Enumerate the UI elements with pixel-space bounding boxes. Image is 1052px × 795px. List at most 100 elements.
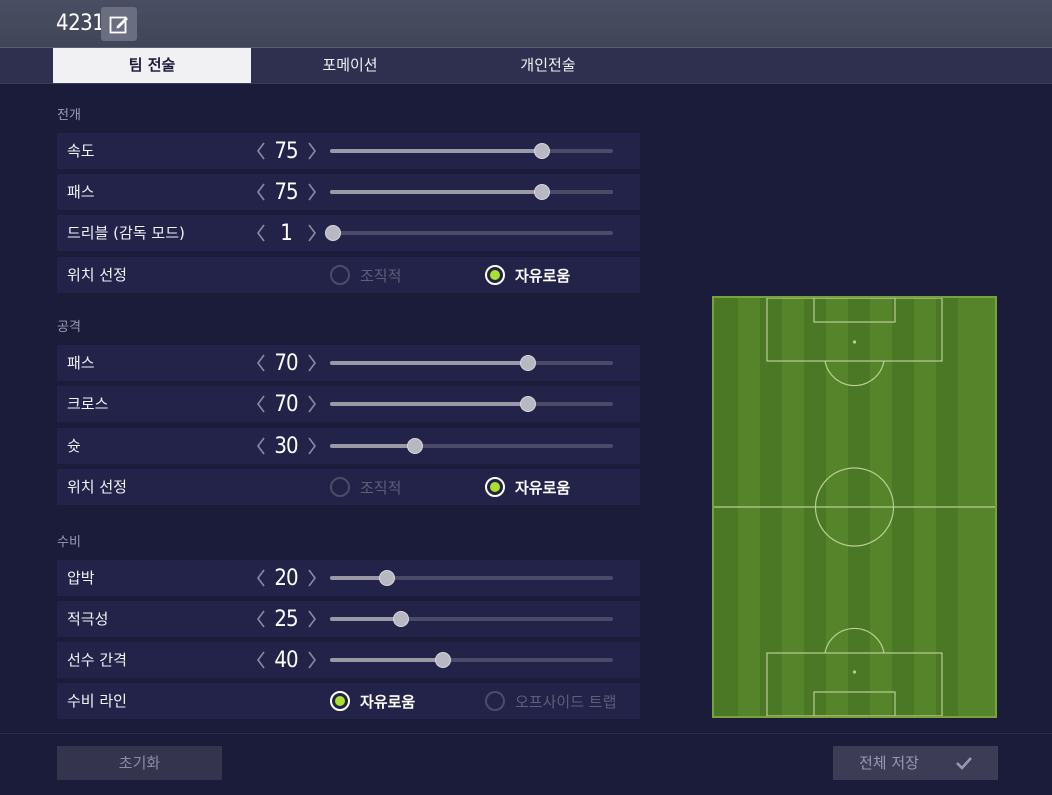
radio-label: 자유로움 bbox=[515, 478, 571, 497]
increase-button[interactable] bbox=[305, 436, 319, 456]
top-bar: 4231 bbox=[0, 0, 1052, 48]
slider-fill bbox=[330, 361, 529, 365]
tactic-row-defence-line: 수비 라인 자유로움 오프사이드 트랩 bbox=[57, 683, 640, 719]
row-label: 압박 bbox=[67, 569, 95, 587]
increase-button[interactable] bbox=[305, 141, 319, 161]
increase-button[interactable] bbox=[305, 182, 319, 202]
decrease-button[interactable] bbox=[254, 223, 268, 243]
chevron-right-icon bbox=[308, 224, 316, 242]
chevron-left-icon bbox=[257, 183, 265, 201]
slider-thumb[interactable] bbox=[392, 611, 409, 627]
chevron-right-icon bbox=[308, 610, 316, 628]
pitch-lines bbox=[714, 298, 995, 716]
chevron-right-icon bbox=[308, 142, 316, 160]
radio-option[interactable]: 조직적 bbox=[330, 469, 401, 505]
decrease-button[interactable] bbox=[254, 141, 268, 161]
chevron-left-icon bbox=[257, 569, 265, 587]
radio-circle bbox=[330, 477, 350, 497]
radio-option[interactable]: 자유로움 bbox=[485, 469, 570, 505]
slider-thumb[interactable] bbox=[534, 184, 551, 200]
decrease-button[interactable] bbox=[254, 182, 268, 202]
chevron-right-icon bbox=[308, 354, 316, 372]
row-label: 위치 선정 bbox=[67, 478, 127, 496]
slider-fill bbox=[330, 149, 543, 153]
check-icon bbox=[956, 757, 972, 770]
increase-button[interactable] bbox=[305, 650, 319, 670]
value-slider[interactable] bbox=[330, 143, 613, 159]
save-all-label: 전체 저장 bbox=[859, 754, 919, 772]
value-slider[interactable] bbox=[330, 396, 613, 412]
radio-circle bbox=[485, 691, 505, 711]
chevron-right-icon bbox=[308, 569, 316, 587]
tactic-row-buildup-passing: 패스 75 bbox=[57, 174, 640, 210]
chevron-left-icon bbox=[257, 224, 265, 242]
tactic-row-buildup-speed: 속도 75 bbox=[57, 133, 640, 169]
slider-thumb[interactable] bbox=[520, 355, 537, 371]
reset-button[interactable]: 초기화 bbox=[57, 746, 222, 780]
decrease-button[interactable] bbox=[254, 436, 268, 456]
value-slider[interactable] bbox=[330, 438, 613, 454]
slider-thumb[interactable] bbox=[378, 570, 395, 586]
value-display: 30 bbox=[274, 434, 298, 459]
radio-label: 오프사이드 트랩 bbox=[515, 692, 617, 711]
increase-button[interactable] bbox=[305, 609, 319, 629]
value-display: 25 bbox=[274, 607, 298, 632]
decrease-button[interactable] bbox=[254, 394, 268, 414]
row-label: 선수 간격 bbox=[67, 651, 127, 669]
slider-fill bbox=[330, 617, 401, 621]
slider-thumb[interactable] bbox=[520, 396, 537, 412]
edit-name-button[interactable] bbox=[101, 7, 137, 41]
save-all-button[interactable]: 전체 저장 bbox=[833, 746, 998, 780]
decrease-button[interactable] bbox=[254, 568, 268, 588]
increase-button[interactable] bbox=[305, 394, 319, 414]
radio-circle bbox=[485, 265, 505, 285]
decrease-button[interactable] bbox=[254, 353, 268, 373]
chevron-left-icon bbox=[257, 651, 265, 669]
chevron-right-icon bbox=[308, 651, 316, 669]
radio-option[interactable]: 조직적 bbox=[330, 257, 401, 293]
edit-icon bbox=[109, 16, 128, 34]
chevron-left-icon bbox=[257, 354, 265, 372]
radio-option[interactable]: 자유로움 bbox=[485, 257, 570, 293]
decrease-button[interactable] bbox=[254, 609, 268, 629]
slider-thumb[interactable] bbox=[324, 225, 341, 241]
value-display: 20 bbox=[274, 566, 298, 591]
value-slider[interactable] bbox=[330, 652, 613, 668]
slider-thumb[interactable] bbox=[406, 438, 423, 454]
value-slider[interactable] bbox=[324, 225, 613, 241]
radio-label: 조직적 bbox=[360, 478, 402, 497]
row-label: 속도 bbox=[67, 142, 95, 160]
football-pitch bbox=[712, 296, 997, 718]
row-label: 패스 bbox=[67, 354, 95, 372]
increase-button[interactable] bbox=[305, 223, 319, 243]
decrease-button[interactable] bbox=[254, 650, 268, 670]
tactic-row-attack-positioning: 위치 선정 조직적 자유로움 bbox=[57, 469, 640, 505]
radio-option[interactable]: 자유로움 bbox=[330, 683, 415, 719]
value-display: 75 bbox=[274, 139, 298, 164]
slider-thumb[interactable] bbox=[435, 652, 452, 668]
tab-formation[interactable]: 포메이션 bbox=[251, 48, 449, 83]
radio-circle bbox=[330, 691, 350, 711]
slider-fill bbox=[330, 444, 415, 448]
radio-label: 자유로움 bbox=[360, 692, 416, 711]
tactic-row-defence-width: 선수 간격 40 bbox=[57, 642, 640, 678]
section-title-defence: 수비 bbox=[57, 535, 81, 550]
radio-option[interactable]: 오프사이드 트랩 bbox=[485, 683, 616, 719]
row-label: 드리블 (감독 모드) bbox=[67, 224, 185, 242]
chevron-left-icon bbox=[257, 142, 265, 160]
value-slider[interactable] bbox=[330, 611, 613, 627]
tab-team-tactics[interactable]: 팀 전술 bbox=[53, 48, 251, 83]
value-slider[interactable] bbox=[330, 184, 613, 200]
value-display: 40 bbox=[274, 648, 298, 673]
increase-button[interactable] bbox=[305, 353, 319, 373]
value-slider[interactable] bbox=[330, 570, 613, 586]
slider-thumb[interactable] bbox=[534, 143, 551, 159]
tab-individual-tactics[interactable]: 개인전술 bbox=[449, 48, 647, 83]
tab-bar: 팀 전술 포메이션 개인전술 bbox=[0, 48, 1052, 84]
value-display: 75 bbox=[274, 180, 298, 205]
radio-circle bbox=[330, 265, 350, 285]
row-label: 슛 bbox=[67, 437, 81, 455]
increase-button[interactable] bbox=[305, 568, 319, 588]
tactic-row-buildup-positioning: 위치 선정 조직적 자유로움 bbox=[57, 257, 640, 293]
value-slider[interactable] bbox=[330, 355, 613, 371]
